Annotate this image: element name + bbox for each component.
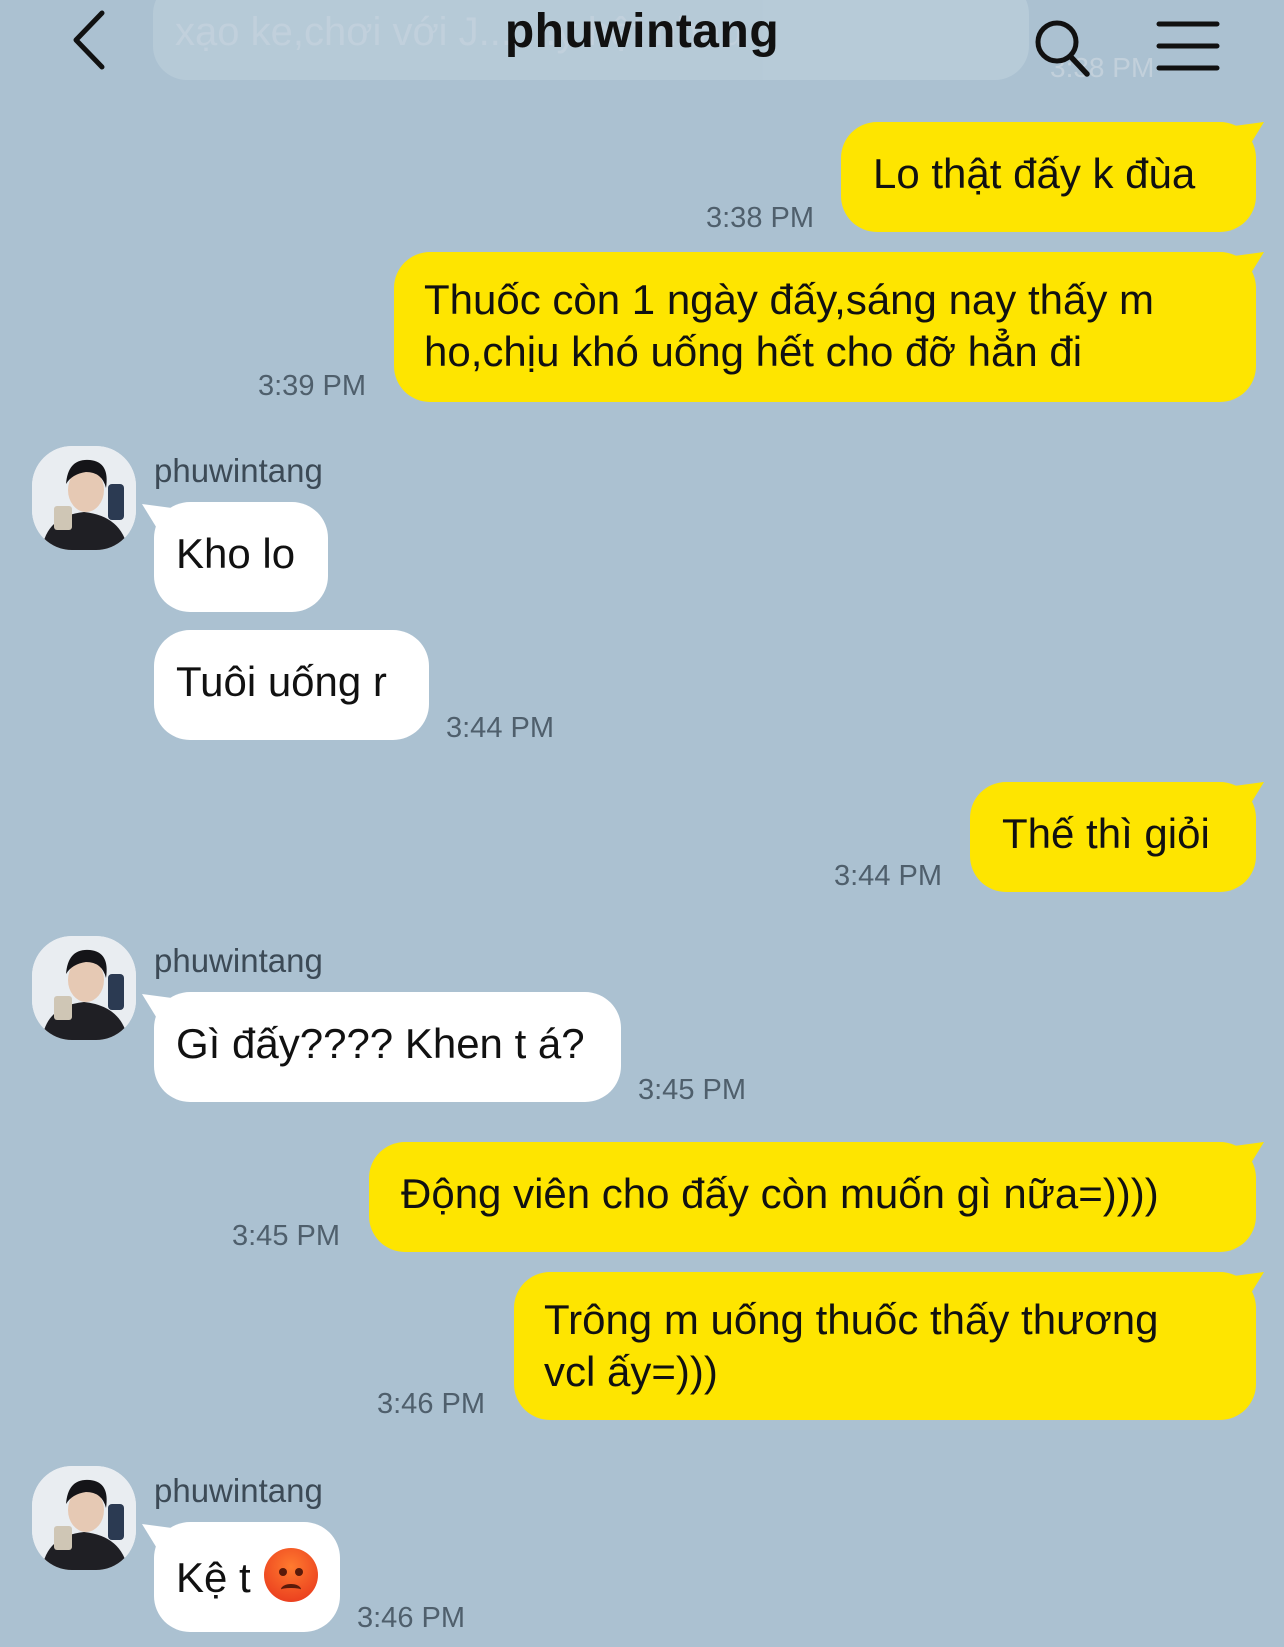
angry-face-icon xyxy=(264,1548,319,1602)
sender-name: phuwintang xyxy=(154,1472,323,1509)
sender-name: phuwintang xyxy=(154,942,323,979)
outgoing-message[interactable]: Động viên cho đấy còn muốn gì nữa=)))) xyxy=(369,1142,1264,1252)
message-time: 3:38 PM xyxy=(706,202,814,234)
contact-avatar[interactable] xyxy=(32,936,136,1040)
message-text: Lo thật đấy k đùa xyxy=(873,150,1196,197)
outgoing-message[interactable]: Thế thì giỏi xyxy=(970,782,1264,892)
message-text: Gì đấy???? Khen t á? xyxy=(176,1020,585,1067)
incoming-message[interactable]: Gì đấy???? Khen t á? xyxy=(142,992,621,1102)
message-time: 3:46 PM xyxy=(357,1602,465,1634)
bubble-tail xyxy=(142,1524,172,1550)
bubble-tail xyxy=(142,504,172,530)
message-time: 3:46 PM xyxy=(377,1388,485,1420)
chat-header: xạo ke,chơi với J... ...y hệt nhau 3:38 … xyxy=(0,0,1284,90)
message-text-line: vcl ấy=))) xyxy=(544,1348,718,1395)
outgoing-message[interactable]: Thuốc còn 1 ngày đấy,sáng nay thấy m ho,… xyxy=(394,252,1264,402)
incoming-message[interactable]: Kho lo xyxy=(142,502,328,612)
bubble-tail xyxy=(1234,122,1264,148)
search-button[interactable] xyxy=(1032,14,1092,80)
message-time: 3:45 PM xyxy=(232,1220,340,1252)
message-text: Tuôi uống r xyxy=(176,658,387,705)
bubble-tail xyxy=(1234,782,1264,808)
menu-button[interactable] xyxy=(1155,18,1221,74)
contact-avatar[interactable] xyxy=(32,1466,136,1570)
avatar-photo xyxy=(32,936,136,1040)
message-time: 3:44 PM xyxy=(446,712,554,744)
message-time: 3:39 PM xyxy=(258,370,366,402)
incoming-message[interactable]: Kệ t xyxy=(142,1522,340,1632)
search-icon xyxy=(1035,20,1090,77)
sender-name: phuwintang xyxy=(154,452,323,489)
bubble-tail xyxy=(142,994,172,1020)
hamburger-menu-icon xyxy=(1156,21,1220,71)
bubble-tail xyxy=(1234,252,1264,278)
message-text: Thế thì giỏi xyxy=(1002,810,1210,857)
message-text: Kệ t xyxy=(176,1554,251,1601)
message-text-line: ho,chịu khó uống hết cho đỡ hẳn đi xyxy=(424,328,1083,375)
message-time: 3:45 PM xyxy=(638,1074,746,1106)
avatar-photo xyxy=(32,1466,136,1570)
avatar-photo xyxy=(32,446,136,550)
incoming-message[interactable]: Tuôi uống r xyxy=(154,630,429,740)
bubble-tail xyxy=(1234,1272,1264,1298)
bubble-tail xyxy=(1234,1142,1264,1168)
contact-avatar[interactable] xyxy=(32,446,136,550)
message-text: Kho lo xyxy=(176,530,296,577)
message-text-line: Thuốc còn 1 ngày đấy,sáng nay thấy m xyxy=(424,276,1154,323)
outgoing-message[interactable]: Lo thật đấy k đùa xyxy=(841,122,1264,232)
message-text: Động viên cho đấy còn muốn gì nữa=)))) xyxy=(401,1170,1159,1217)
message-text-line: Trông m uống thuốc thấy thương xyxy=(544,1296,1159,1343)
message-time: 3:44 PM xyxy=(834,860,942,892)
outgoing-message[interactable]: Trông m uống thuốc thấy thương vcl ấy=))… xyxy=(514,1272,1264,1420)
